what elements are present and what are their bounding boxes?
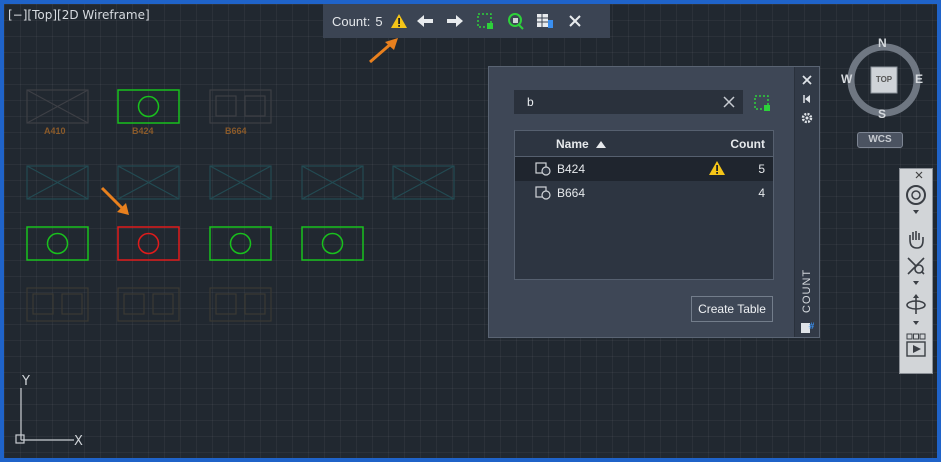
sort-ascending-icon [596,141,607,148]
arrow-left-icon[interactable] [410,4,440,38]
select-objects-icon[interactable] [470,4,500,38]
compass-south[interactable]: S [878,107,886,121]
select-objects-icon[interactable] [753,94,771,112]
wcs-button[interactable]: WCS [857,132,903,148]
close-icon[interactable] [799,72,815,88]
column-header-count[interactable]: Count [730,137,765,151]
count-list: Name Count B424 5 B664 4 [514,130,774,280]
row-name: B424 [557,162,586,176]
block-label-a410: A410 [44,126,66,136]
create-table-icon[interactable] [530,4,560,38]
palette-title-bar[interactable]: COUNT # [794,67,819,337]
block-b424-instance [26,226,89,261]
compass-west[interactable]: W [841,72,852,86]
block-b424-error-instance [117,226,180,261]
count-palette-body: Name Count B424 5 B664 4 [489,67,795,337]
palette-title: COUNT [801,268,813,314]
pan-icon[interactable] [904,227,928,251]
orbit-icon[interactable] [904,293,928,317]
list-row-b664[interactable]: B664 4 [515,181,773,205]
close-icon[interactable] [560,4,590,38]
block-b664-top [209,89,272,124]
annotation-arrow [369,38,398,64]
zoom-to-object-icon[interactable] [500,4,530,38]
viewcube-face-top[interactable]: TOP [871,75,897,84]
navbar-close-icon[interactable] [912,171,926,179]
row-name: B664 [557,186,586,200]
count-toolbar-label: Count: [332,13,371,29]
list-row-b424[interactable]: B424 5 [515,157,773,181]
clear-search-icon[interactable] [722,95,736,109]
block-row-a410 [26,165,455,200]
block-label-b664: B664 [225,126,247,136]
compass-east[interactable]: E [915,72,923,86]
column-header-name[interactable]: Name [556,137,607,151]
create-table-button[interactable]: Create Table [691,296,773,322]
steering-wheel-icon[interactable] [904,183,928,207]
block-icon [535,162,551,176]
chevron-down-icon[interactable] [913,281,919,285]
ucs-x-label: X [74,434,83,449]
warning-icon[interactable] [388,4,410,38]
block-b424-instance [209,226,272,261]
row-count: 5 [758,162,765,176]
block-a410 [26,89,89,124]
ucs-y-label: Y [21,374,30,389]
block-b424-top [117,89,180,124]
block-icon [535,186,551,200]
chevron-down-icon[interactable] [913,321,919,325]
annotation-arrow [100,186,129,215]
column-header-name-label: Name [556,137,589,151]
svg-text:#: # [808,322,814,332]
arrow-right-icon[interactable] [440,4,470,38]
zoom-extents-icon[interactable] [904,254,928,278]
navigation-bar [899,168,933,374]
warning-icon[interactable] [708,160,726,176]
viewcube[interactable]: N S E W TOP [838,34,930,126]
list-header: Name Count [515,131,773,157]
chevron-down-icon[interactable] [913,210,919,214]
block-b424-instance [301,226,364,261]
compass-north[interactable]: N [878,36,887,50]
count-toolbar: Count: 5 [323,4,610,38]
palette-properties-icon[interactable]: # [799,319,815,335]
ucs-icon: Y X [15,374,83,449]
count-toolbar-value: 5 [375,13,383,29]
auto-hide-icon[interactable] [799,91,815,107]
search-input[interactable] [515,91,715,113]
gear-icon[interactable] [799,110,815,126]
block-label-b424: B424 [132,126,154,136]
count-palette: Name Count B424 5 B664 4 [488,66,820,338]
search-box [514,90,743,114]
showmotion-icon[interactable] [904,331,928,361]
row-count: 4 [758,186,765,200]
block-b664-row [26,287,272,322]
